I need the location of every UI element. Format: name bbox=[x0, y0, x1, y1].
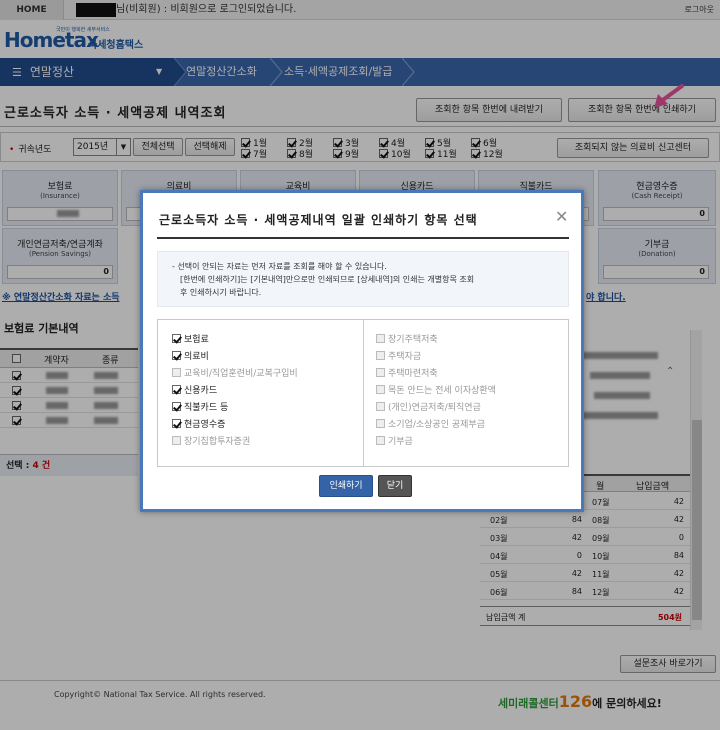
print-option-checkbox: 장기주택저축 bbox=[376, 334, 438, 346]
close-button[interactable]: 닫기 bbox=[378, 475, 412, 497]
print-option-checkbox: 주택마련저축 bbox=[376, 368, 438, 380]
info-line: [한번에 인쇄하기]는 [기본내역]만으로만 인쇄되므로 [상세내역]의 인쇄는… bbox=[180, 275, 475, 284]
print-option-checkbox[interactable]: 신용카드 bbox=[172, 385, 217, 397]
dialog-title-rule bbox=[157, 237, 569, 239]
dialog-info-box: - 선택이 안되는 자료는 먼저 자료를 조회를 해야 할 수 있습니다. [한… bbox=[157, 251, 569, 307]
print-option-checkbox[interactable]: 의료비 bbox=[172, 351, 209, 363]
print-option-checkbox: 주택자금 bbox=[376, 351, 421, 363]
print-option-checkbox: 기부금 bbox=[376, 436, 413, 448]
print-option-checkbox: 목돈 안드는 전세 이자상환액 bbox=[376, 385, 496, 397]
info-line: - 선택이 안되는 자료는 먼저 자료를 조회를 해야 할 수 있습니다. bbox=[172, 262, 387, 271]
print-option-checkbox: (개인)연금저축/퇴직연금 bbox=[376, 402, 481, 414]
dialog-title: 근로소득자 소득 · 세액공제내역 일괄 인쇄하기 항목 선택 bbox=[159, 213, 478, 227]
close-icon[interactable]: ✕ bbox=[555, 207, 568, 226]
print-option-checkbox[interactable]: 현금영수증 bbox=[172, 419, 225, 431]
print-option-checkbox[interactable]: 보험료 bbox=[172, 334, 209, 346]
print-option-checkbox: 장기집합투자증권 bbox=[172, 436, 250, 448]
print-option-checkbox: 교육비/직업훈련비/교복구입비 bbox=[172, 368, 298, 380]
print-button[interactable]: 인쇄하기 bbox=[319, 475, 373, 497]
option-list: 보험료의료비교육비/직업훈련비/교복구입비신용카드직불카드 등현금영수증장기집합… bbox=[157, 319, 569, 467]
info-line: 후 인쇄하시기 바랍니다. bbox=[180, 288, 262, 297]
print-option-checkbox[interactable]: 직불카드 등 bbox=[172, 402, 228, 414]
print-options-dialog: 근로소득자 소득 · 세액공제내역 일괄 인쇄하기 항목 선택 ✕ - 선택이 … bbox=[140, 190, 584, 512]
print-option-checkbox: 소기업/소상공인 공제부금 bbox=[376, 419, 485, 431]
option-column-divider bbox=[363, 320, 364, 466]
